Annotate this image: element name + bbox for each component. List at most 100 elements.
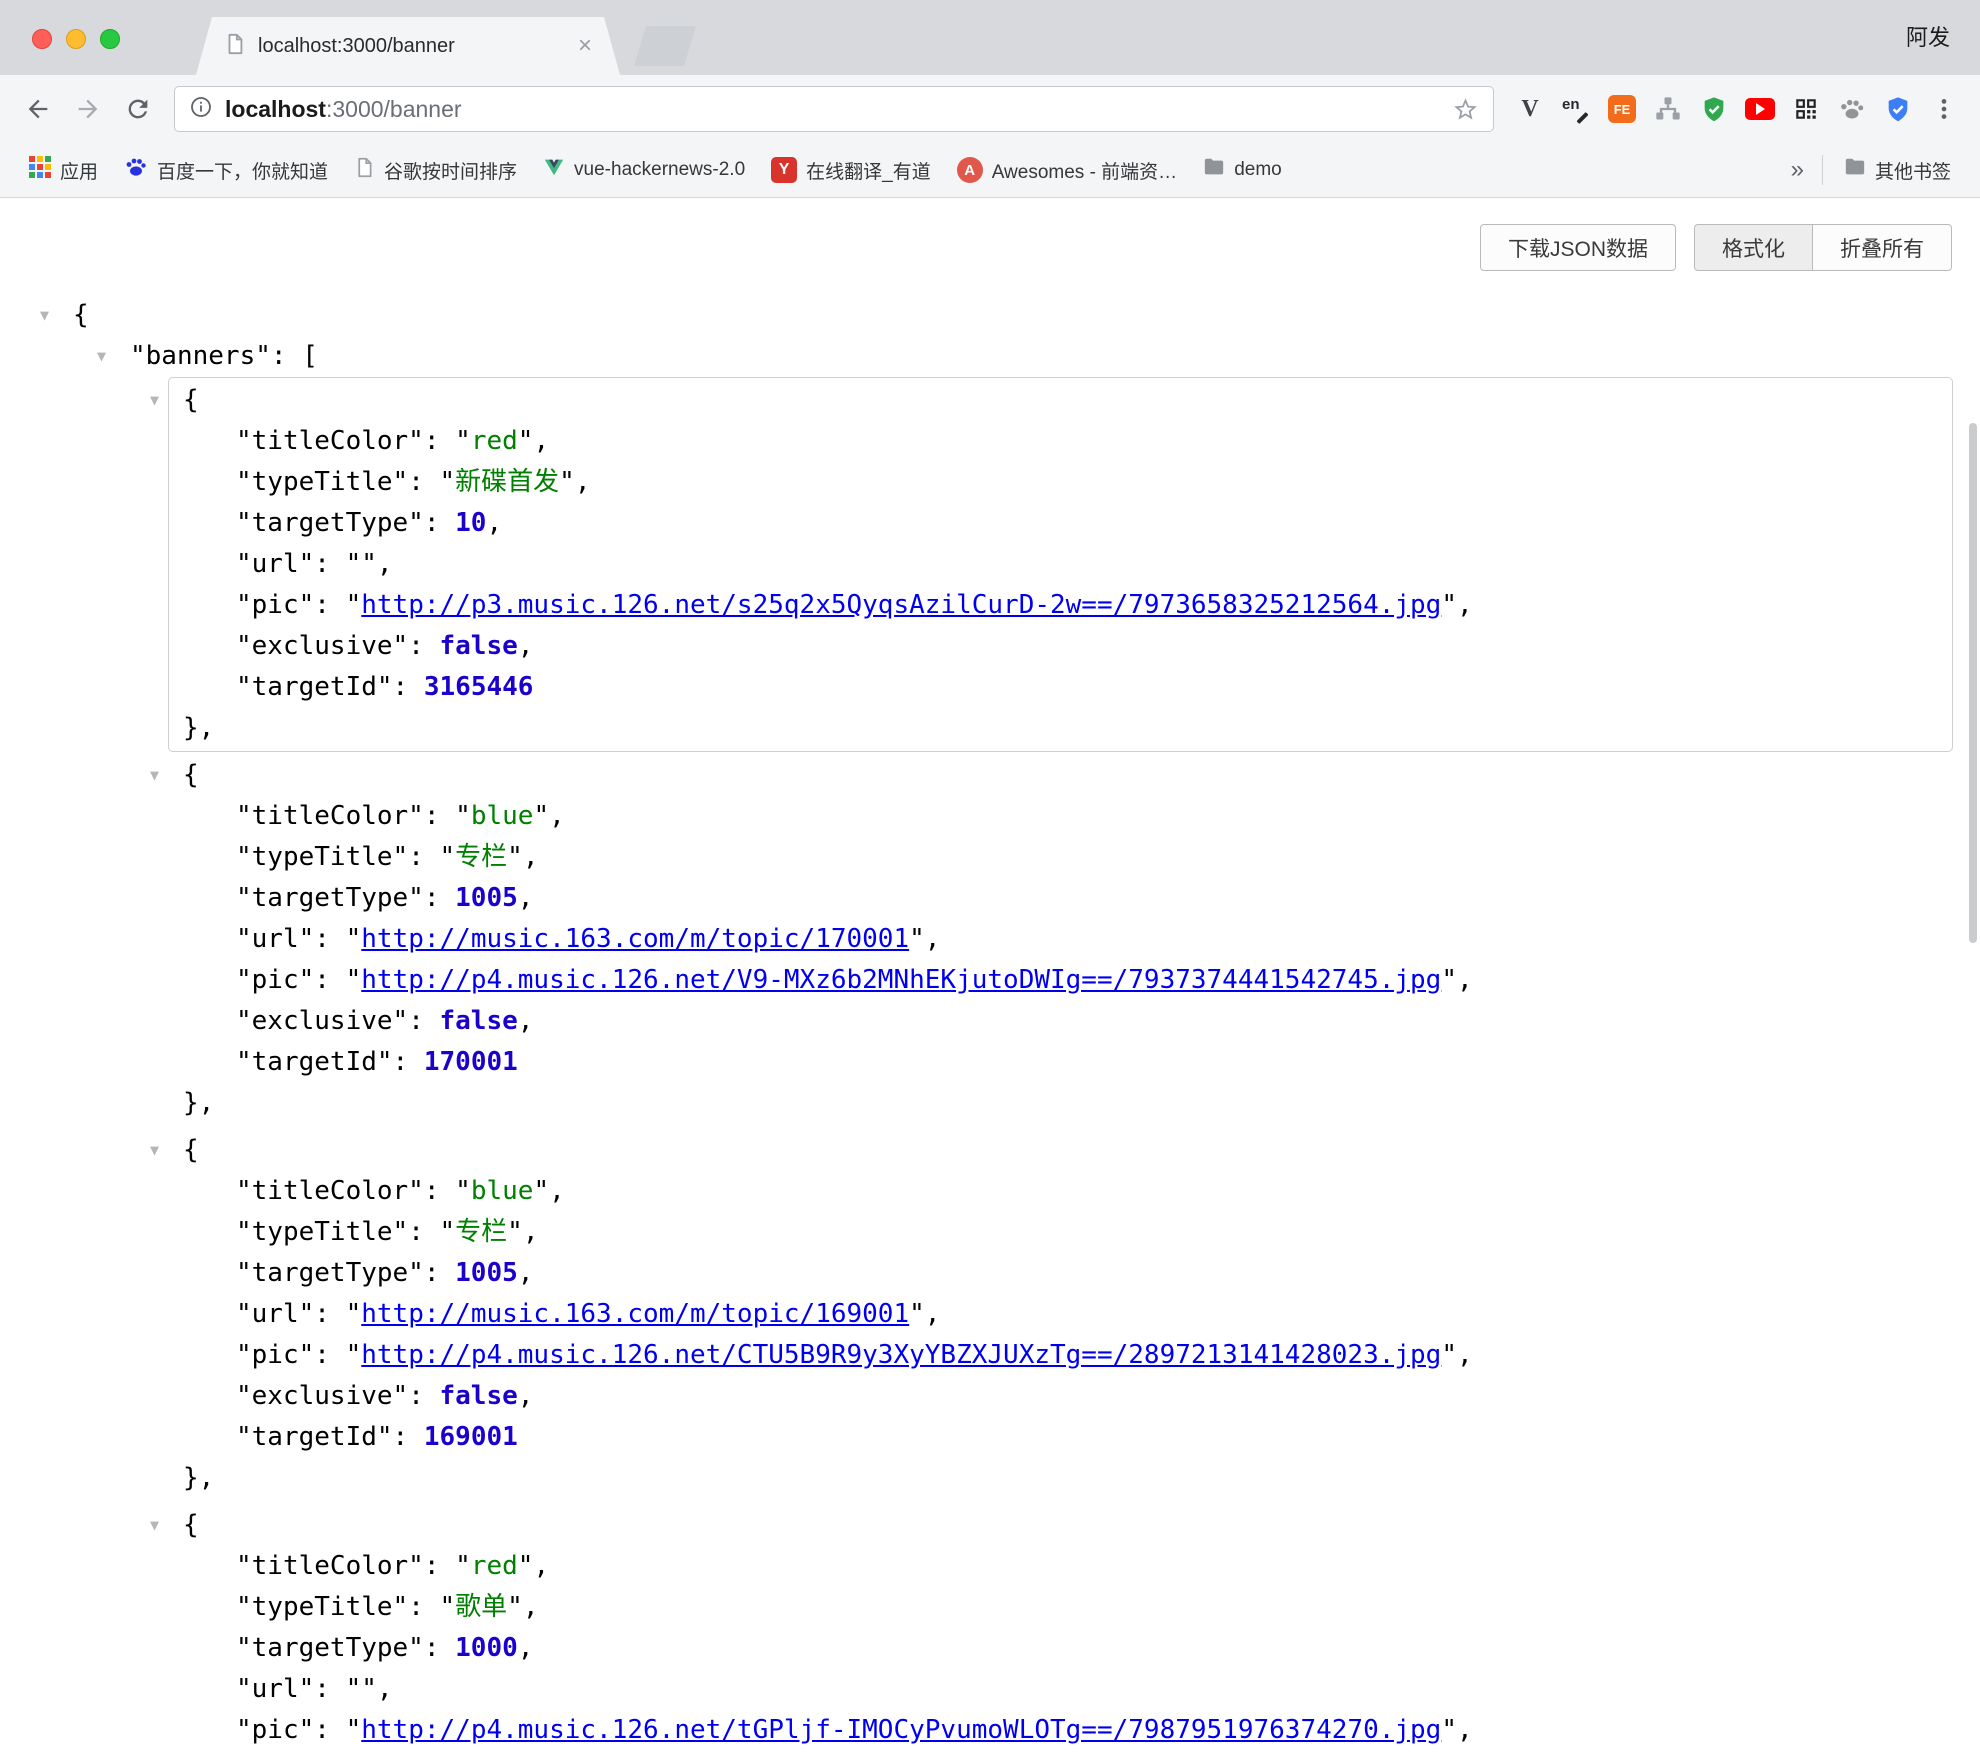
json-punctuation: ": [507, 842, 523, 872]
new-tab-button[interactable]: [634, 26, 696, 66]
page-favicon-icon: [224, 33, 246, 60]
json-string-value: 歌单: [455, 1592, 507, 1622]
json-url-link[interactable]: http://music.163.com/m/topic/170001: [361, 924, 909, 954]
format-button[interactable]: 格式化: [1694, 224, 1813, 271]
bookmark-baidu[interactable]: 百度一下，你就知道: [111, 150, 341, 190]
qrcode-extension-icon[interactable]: [1788, 91, 1824, 127]
json-number-value: 169001: [424, 1422, 518, 1452]
json-punctuation: {: [73, 300, 89, 330]
json-number-value: 1000: [455, 1633, 518, 1663]
json-punctuation: ,: [1457, 590, 1473, 620]
maximize-window-button[interactable]: [100, 29, 120, 49]
page-icon: [354, 157, 375, 184]
json-url-link[interactable]: http://p4.music.126.net/CTU5B9R9y3XyYBZX…: [361, 1340, 1441, 1370]
json-array-open: ▼"banners": [: [0, 336, 1980, 377]
json-punctuation: ": [909, 924, 925, 954]
collapse-toggle-icon[interactable]: ▼: [150, 755, 159, 796]
tab-strip: localhost:3000/banner × 阿发: [0, 0, 1980, 75]
json-punctuation: ,: [523, 1217, 539, 1247]
scrollbar-thumb[interactable]: [1969, 423, 1977, 943]
bookmark-youdao-translate[interactable]: Y 在线翻译_有道: [758, 150, 944, 190]
json-property: "targetId": 170001: [169, 1042, 1952, 1083]
bookmark-demo-folder[interactable]: demo: [1190, 150, 1295, 190]
json-object-open: ▼{: [169, 1130, 1952, 1171]
json-key: "pic": [236, 1715, 314, 1745]
json-url-link[interactable]: http://p4.music.126.net/tGPljf-IMOCyPvum…: [361, 1715, 1441, 1745]
collapse-toggle-icon[interactable]: ▼: [150, 380, 159, 421]
json-punctuation: ": [1441, 1715, 1457, 1745]
browser-tab[interactable]: localhost:3000/banner ×: [196, 17, 620, 75]
json-property: "targetId": 169001: [169, 1417, 1952, 1458]
bookmark-google-sort[interactable]: 谷歌按时间排序: [341, 150, 530, 190]
json-punctuation: ": [440, 842, 456, 872]
json-punctuation: :: [424, 801, 455, 831]
json-property: "titleColor": "blue",: [169, 796, 1952, 837]
collapse-toggle-icon[interactable]: ▼: [40, 295, 49, 336]
collapse-toggle-icon[interactable]: ▼: [150, 1130, 159, 1171]
reload-button[interactable]: [118, 89, 158, 129]
json-punctuation: "": [346, 1674, 377, 1704]
bookmark-star-icon[interactable]: [1452, 96, 1479, 123]
close-window-button[interactable]: [32, 29, 52, 49]
json-property: "targetType": 1005,: [169, 878, 1952, 919]
tab-close-icon[interactable]: ×: [578, 34, 592, 58]
translate-extension-icon[interactable]: en: [1558, 91, 1594, 127]
json-property: "pic": "http://p4.music.126.net/V9-MXz6b…: [169, 960, 1952, 1001]
green-shield-extension-icon[interactable]: [1696, 91, 1732, 127]
forward-button[interactable]: [68, 89, 108, 129]
collapse-toggle-icon[interactable]: ▼: [97, 336, 106, 377]
json-punctuation: ,: [518, 1258, 534, 1288]
collapse-all-button[interactable]: 折叠所有: [1813, 224, 1952, 271]
json-boolean-value: false: [440, 631, 518, 661]
json-punctuation: ": [518, 1551, 534, 1581]
org-chart-extension-icon[interactable]: [1650, 91, 1686, 127]
bookmarks-overflow-chevron[interactable]: »: [1781, 156, 1814, 184]
collapse-toggle-icon[interactable]: ▼: [150, 1505, 159, 1546]
json-url-link[interactable]: http://p4.music.126.net/V9-MXz6b2MNhEKju…: [361, 965, 1441, 995]
bookmark-apps[interactable]: 应用: [16, 150, 111, 190]
json-punctuation: :: [314, 924, 345, 954]
page-info-icon[interactable]: [189, 95, 213, 124]
json-url-link[interactable]: http://music.163.com/m/topic/169001: [361, 1299, 909, 1329]
json-punctuation: ,: [518, 1381, 534, 1411]
json-number-value: 1005: [455, 1258, 518, 1288]
json-punctuation: :: [408, 1006, 439, 1036]
json-punctuation: ": [559, 467, 575, 497]
json-punctuation: :: [314, 965, 345, 995]
json-key: "titleColor": [236, 1551, 424, 1581]
json-punctuation: : [: [271, 341, 318, 371]
download-json-button[interactable]: 下载JSON数据: [1480, 224, 1676, 271]
youtube-extension-icon[interactable]: [1742, 91, 1778, 127]
json-punctuation: :: [314, 590, 345, 620]
json-viewer-actions: 下载JSON数据 格式化 折叠所有: [1480, 224, 1952, 271]
json-key: "url": [236, 1299, 314, 1329]
json-key: "targetType": [236, 883, 424, 913]
bookmark-awesomes[interactable]: A Awesomes - 前端资…: [944, 150, 1190, 190]
json-key: "typeTitle": [236, 1217, 408, 1247]
vimium-extension-icon[interactable]: V: [1512, 91, 1548, 127]
json-punctuation: ,: [518, 1633, 534, 1663]
minimize-window-button[interactable]: [66, 29, 86, 49]
json-punctuation: ,: [518, 1006, 534, 1036]
other-bookmarks-folder[interactable]: 其他书签: [1831, 150, 1964, 190]
json-url-link[interactable]: http://p3.music.126.net/s25q2x5QyqsAzilC…: [361, 590, 1441, 620]
browser-menu-icon[interactable]: [1926, 91, 1962, 127]
paw-extension-icon[interactable]: [1834, 91, 1870, 127]
blue-shield-extension-icon[interactable]: [1880, 91, 1916, 127]
back-button[interactable]: [18, 89, 58, 129]
json-number-value: 10: [455, 508, 486, 538]
json-string-value: 专栏: [455, 842, 507, 872]
json-key: "exclusive": [236, 1381, 408, 1411]
vue-icon: [543, 156, 565, 184]
json-punctuation: ": [507, 1217, 523, 1247]
json-punctuation: :: [408, 631, 439, 661]
json-punctuation: ,: [533, 1551, 549, 1581]
json-key: "typeTitle": [236, 1592, 408, 1622]
json-punctuation: },: [183, 1463, 214, 1493]
bookmark-vue-hackernews[interactable]: vue-hackernews-2.0: [530, 150, 758, 190]
fehelper-extension-icon[interactable]: FE: [1604, 91, 1640, 127]
address-bar[interactable]: localhost:3000/banner: [174, 86, 1494, 132]
json-property: "titleColor": "red",: [169, 421, 1952, 462]
json-banner-item: ▼{"titleColor": "red","typeTitle": "新碟首发…: [168, 377, 1953, 752]
json-punctuation: :: [314, 1299, 345, 1329]
